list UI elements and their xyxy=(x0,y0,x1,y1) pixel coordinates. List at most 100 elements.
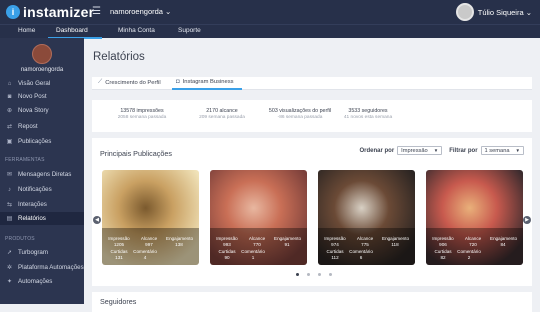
post-metrics-overlay: Impressão 974 Alcance 775 Engajamento 118 Curt… xyxy=(318,228,415,265)
sidebar-item-novo-post[interactable]: ◙ Novo Post xyxy=(0,90,84,103)
post-metric-curtidas: Curtidas 82 xyxy=(430,249,456,260)
post-metric-label: Engajamento xyxy=(382,236,410,241)
sidebar: namoroengorda ⌂ Visão Geral ◙ Novo Post … xyxy=(0,38,84,304)
post-metric-label: Engajamento xyxy=(166,236,194,241)
post-card[interactable]: Impressão 1205 Alcance 997 Engajamento 138 Cur… xyxy=(102,170,199,265)
nav-home[interactable]: Home xyxy=(18,27,35,34)
carousel-prev-icon[interactable]: ◀ xyxy=(93,216,101,224)
sidebar-item-visao-geral[interactable]: ⌂ Visão Geral xyxy=(0,77,84,90)
carousel-dot[interactable] xyxy=(318,273,321,276)
filter-label: Filtrar por xyxy=(449,147,478,154)
order-label: Ordenar por xyxy=(359,147,395,154)
sidebar-item-nova-story[interactable]: ⊕ Nova Story xyxy=(0,104,84,117)
sidebar-item-label: Visão Geral xyxy=(18,80,51,87)
stat-seguidores: 3533 seguidores 41 novos esta semana xyxy=(332,108,404,120)
carousel-dot[interactable] xyxy=(296,273,299,276)
stat-value: 13578 impressões xyxy=(120,108,164,114)
sidebar-item-relatorios[interactable]: ▤ Relatórios xyxy=(0,212,84,225)
post-metric-comentario: Comentário 1 xyxy=(240,249,266,260)
nav-dashboard[interactable]: Dashboard xyxy=(56,27,88,34)
post-metric-value: 720 xyxy=(469,242,477,247)
hamburger-icon[interactable]: ☰ xyxy=(92,6,101,17)
post-metric-alcance: Alcance 770 xyxy=(244,236,270,247)
post-card[interactable]: Impressão 993 Alcance 770 Engajamento 91 Curti… xyxy=(210,170,307,265)
home-icon: ⌂ xyxy=(7,80,12,87)
post-metric-label: Curtidas xyxy=(434,249,452,254)
post-metric-label: Impressão xyxy=(108,236,130,241)
post-metric-alcance: Alcance 720 xyxy=(460,236,486,247)
stat-value: 2170 alcance xyxy=(206,108,238,114)
post-metric-engajamento: Engajamento 138 xyxy=(166,236,194,247)
page-title: Relatórios xyxy=(93,51,145,63)
post-metric-label: Comentário xyxy=(349,249,373,254)
report-tabs: ⟋ Crescimento do Perfil ◘ Instagram Busi… xyxy=(92,77,532,90)
caret-down-icon: ▼ xyxy=(433,148,439,153)
sidebar-item-notificacoes[interactable]: ♪ Notificações xyxy=(0,183,84,196)
stat-value: 3533 seguidores xyxy=(348,108,388,114)
app-logo[interactable]: i instamizer xyxy=(6,4,94,20)
sidebar-item-turbogram[interactable]: ➚ Turbogram xyxy=(0,246,84,259)
post-card[interactable]: Impressão 974 Alcance 775 Engajamento 118 Curt… xyxy=(318,170,415,265)
post-metric-impressao: Impressão 993 xyxy=(214,236,240,247)
sidebar-item-mensagens-diretas[interactable]: ✉ Mensagens Diretas xyxy=(0,168,84,181)
carousel-dot[interactable] xyxy=(329,273,332,276)
post-metric-value: 997 xyxy=(145,242,153,247)
post-metric-curtidas: Curtidas 131 xyxy=(106,249,132,260)
sidebar-item-automacoes[interactable]: ✦ Automações xyxy=(0,275,84,288)
post-metric-impressao: Impressão 1205 xyxy=(106,236,132,247)
post-metric-value: 775 xyxy=(361,242,369,247)
tab-instagram-business[interactable]: ◘ Instagram Business xyxy=(176,79,234,85)
chat-icon: ✉ xyxy=(6,172,13,178)
order-select[interactable]: Impressão ▼ xyxy=(397,146,443,155)
nav-suporte[interactable]: Suporte xyxy=(178,27,201,34)
line-chart-icon: ⟋ xyxy=(98,79,103,85)
carousel-dot[interactable] xyxy=(307,273,310,276)
top-bar: i instamizer ☰ namoroengorda ⌄ Túlio Siq… xyxy=(0,0,540,24)
account-select[interactable]: namoroengorda ⌄ xyxy=(110,7,171,16)
caret-down-icon: ▼ xyxy=(515,148,520,153)
sidebar-item-interacoes[interactable]: ⇆ Interações xyxy=(0,198,84,211)
post-metric-label: Impressão xyxy=(324,236,346,241)
post-metric-value: 1205 xyxy=(113,242,125,247)
post-metric-label: Alcance xyxy=(248,236,266,241)
carousel-next-icon[interactable]: ▶ xyxy=(523,216,531,224)
post-card[interactable]: Impressão 906 Alcance 720 Engajamento 84 Curti… xyxy=(426,170,523,265)
sidebar-item-label: Automações xyxy=(18,278,53,285)
post-metric-comentario: Comentário 2 xyxy=(456,249,482,260)
user-menu[interactable]: Túlio Siqueira ⌄ xyxy=(455,3,532,21)
publications-title: Principais Publicações xyxy=(100,149,172,158)
chart-icon: ▤ xyxy=(6,216,13,222)
sidebar-section-produtos: PRODUTOS xyxy=(5,236,35,242)
sidebar-item-repost[interactable]: ⇄ Repost xyxy=(0,120,84,133)
profile-name: namoroengorda xyxy=(20,67,64,73)
logo-icon: i xyxy=(6,5,20,19)
sidebar-item-label: Mensagens Diretas xyxy=(18,171,72,178)
post-metric-value: 2 xyxy=(467,255,471,260)
main-nav: Home Dashboard Minha Conta Suporte xyxy=(0,24,540,39)
post-metric-label: Alcance xyxy=(464,236,482,241)
sidebar-item-plataforma-automacoes[interactable]: ✲ Plataforma Automações xyxy=(0,261,84,274)
post-metric-value: 4 xyxy=(143,255,147,260)
main-content: Relatórios ⟋ Crescimento do Perfil ◘ Ins… xyxy=(84,38,540,312)
rocket-icon: ➚ xyxy=(6,250,13,256)
sidebar-section-ferramentas: FERRAMENTAS xyxy=(5,157,45,163)
post-metric-value: 82 xyxy=(440,255,446,260)
post-metric-value: 906 xyxy=(439,242,447,247)
publications-filters: Ordenar por Impressão ▼ Filtrar por 1 se… xyxy=(359,146,524,155)
post-metrics-overlay: Impressão 1205 Alcance 997 Engajamento 138 Cur… xyxy=(102,228,199,265)
post-metric-label: Comentário xyxy=(457,249,481,254)
post-metric-curtidas: Curtidas 112 xyxy=(322,249,348,260)
tab-crescimento-perfil[interactable]: ⟋ Crescimento do Perfil xyxy=(98,79,161,86)
post-metric-value: 84 xyxy=(500,242,506,247)
automation-icon: ✦ xyxy=(6,279,13,285)
sidebar-item-label: Interações xyxy=(18,201,47,208)
camera-icon: ◙ xyxy=(7,93,12,100)
filter-select[interactable]: 1 semana ▼ xyxy=(480,146,524,155)
sidebar-item-publicacoes[interactable]: ▣ Publicações xyxy=(0,135,84,148)
sidebar-item-label: Nova Story xyxy=(18,107,49,114)
nav-minha-conta[interactable]: Minha Conta xyxy=(118,27,155,34)
post-metric-alcance: Alcance 997 xyxy=(136,236,162,247)
repost-icon: ⇄ xyxy=(6,124,13,130)
stat-alcance: 2170 alcance 209 semana passada xyxy=(190,108,254,120)
post-metric-curtidas: Curtidas 90 xyxy=(214,249,240,260)
